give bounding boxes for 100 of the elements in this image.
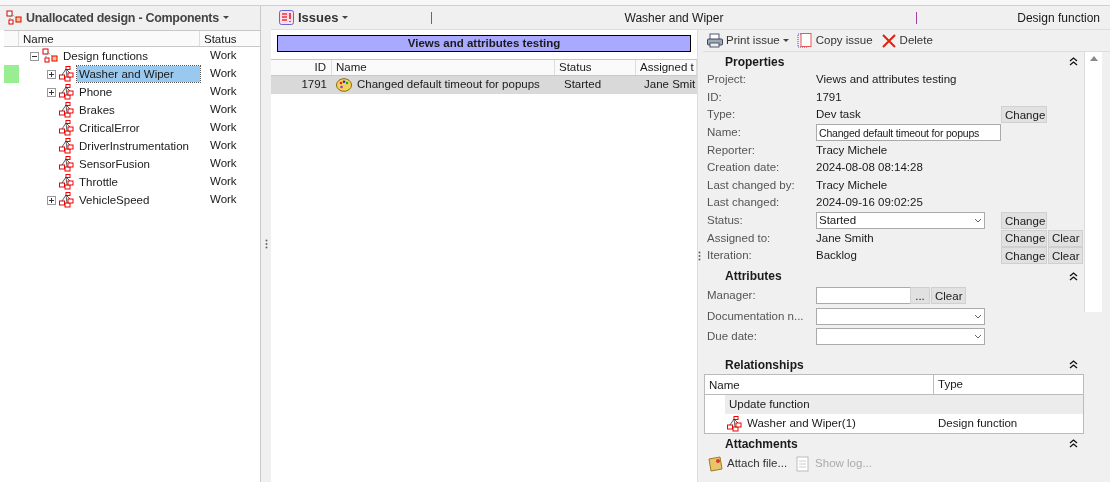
collapse-icon[interactable]	[30, 51, 39, 61]
component-icon	[59, 192, 74, 208]
tree-item[interactable]: SensorFusion	[77, 156, 152, 172]
section-title: Properties	[725, 53, 786, 71]
field-label: Manager:	[707, 288, 757, 304]
field-label: Documentation n...	[707, 308, 805, 324]
tree-item[interactable]: Phone	[77, 84, 115, 100]
column-header[interactable]: ID	[271, 60, 332, 75]
field-label: Last changed by:	[707, 177, 796, 193]
field-label: Project:	[707, 72, 747, 88]
column-header[interactable]: Status	[200, 31, 241, 46]
component-icon	[59, 156, 74, 172]
tree-item[interactable]: Brakes	[77, 102, 117, 118]
expand-icon[interactable]	[47, 195, 56, 205]
more-button[interactable]: ...	[910, 287, 930, 305]
print-button[interactable]: Print issue	[707, 30, 789, 51]
collapse-icon[interactable]	[1069, 271, 1078, 281]
clear-button[interactable]: Clear	[1048, 247, 1084, 265]
change-button[interactable]: Change	[1001, 212, 1047, 230]
clear-button[interactable]: Clear	[1048, 229, 1084, 247]
section-title: Relationships	[725, 356, 805, 374]
field-value: Backlog	[816, 248, 857, 264]
dropdown-icon[interactable]	[974, 313, 982, 319]
clear-button[interactable]: Clear	[931, 287, 967, 305]
scroll-up-icon[interactable]	[1089, 56, 1098, 61]
delete-button[interactable]: Delete	[880, 30, 933, 51]
field-label: Iteration:	[707, 248, 753, 264]
status-text: Work	[209, 84, 238, 100]
section-title: Attachments	[725, 435, 799, 453]
copy-button[interactable]: Copy issue	[796, 30, 873, 51]
issue-icon	[279, 10, 294, 25]
expand-icon[interactable]	[47, 69, 56, 79]
field-label: Assigned to:	[707, 230, 772, 246]
splitter-handle-icon[interactable]	[698, 251, 701, 261]
field-value: Tracy Michele	[816, 142, 888, 158]
context-title: Washer and Wiper	[623, 9, 725, 27]
attach-button[interactable]: Attach file...	[707, 455, 788, 473]
context-type: Design function	[1016, 9, 1101, 27]
field-value: Tracy Michele	[816, 177, 888, 193]
dropdown-icon[interactable]	[974, 218, 982, 224]
field-label: Name:	[707, 124, 742, 140]
relationship-name[interactable]: Washer and Wiper(1)	[747, 414, 856, 433]
attach-icon	[707, 456, 723, 473]
component-icon	[59, 174, 74, 190]
project-banner: Views and attributes testing	[277, 35, 691, 52]
column-header[interactable]: Name	[19, 31, 200, 46]
tree-item[interactable]: CriticalError	[77, 120, 142, 136]
dropdown-icon[interactable]	[974, 334, 982, 340]
change-button[interactable]: Change	[1001, 247, 1047, 265]
dropdown-field[interactable]	[816, 307, 985, 325]
diagram-icon	[6, 10, 22, 26]
issues-menu[interactable]: Issues	[298, 7, 339, 28]
status-text: Work	[209, 192, 238, 208]
column-header[interactable]: Assigned t	[636, 60, 697, 75]
component-icon	[59, 84, 74, 100]
dropdown-field[interactable]: Started	[816, 212, 985, 230]
component-icon	[59, 120, 74, 136]
column-header[interactable]: Type	[934, 375, 963, 394]
input-field[interactable]: Changed default timeout for popups	[816, 124, 1001, 142]
component-icon	[59, 138, 74, 154]
scrollbar[interactable]	[1084, 52, 1102, 312]
component-icon	[59, 66, 74, 82]
column-header[interactable]: Status	[555, 60, 636, 75]
issue-row[interactable]: 1791 Changed default timeout for popups Started Jane Smit	[271, 76, 697, 94]
field-label: Status:	[707, 212, 744, 228]
component-icon	[727, 415, 742, 432]
caret-icon[interactable]	[342, 15, 349, 20]
tree-item[interactable]: Throttle	[77, 174, 120, 190]
field-value: 2024-08-08 08:14:28	[816, 160, 923, 176]
column-header[interactable]: Name	[332, 60, 555, 75]
tree-item[interactable]: Design functions	[61, 48, 151, 64]
row-marker	[4, 65, 19, 83]
caret-icon[interactable]	[222, 16, 229, 20]
column-header[interactable]: Name	[705, 375, 934, 395]
status-text: Work	[209, 48, 238, 64]
printer-icon	[707, 32, 723, 49]
caret-icon[interactable]	[782, 38, 789, 43]
field-value: Views and attributes testing	[816, 72, 957, 88]
tree-item[interactable]: Washer and Wiper	[77, 66, 200, 82]
field-label: Last changed:	[707, 195, 781, 211]
input-field[interactable]	[816, 287, 911, 305]
group-label: Update function	[729, 396, 810, 412]
copy-icon	[796, 32, 813, 49]
status-text: Work	[209, 102, 238, 118]
log-icon	[795, 456, 812, 473]
dropdown-field[interactable]	[816, 328, 985, 346]
field-value: 1791	[816, 89, 842, 105]
field-value: 2024-09-16 09:02:25	[816, 195, 923, 211]
change-button[interactable]: Change	[1001, 229, 1047, 247]
expand-icon[interactable]	[47, 87, 56, 97]
collapse-icon[interactable]	[1069, 439, 1078, 449]
field-label: Type:	[707, 107, 737, 123]
splitter-handle-icon[interactable]	[264, 239, 268, 249]
tree-item[interactable]: DriverInstrumentation	[77, 138, 191, 154]
collapse-icon[interactable]	[1069, 360, 1078, 370]
tree-item[interactable]: VehicleSpeed	[77, 192, 152, 208]
status-text: Work	[209, 174, 238, 190]
change-button[interactable]: Change	[1001, 106, 1047, 124]
collapse-icon[interactable]	[1069, 57, 1078, 66]
status-text: Work	[209, 66, 238, 82]
